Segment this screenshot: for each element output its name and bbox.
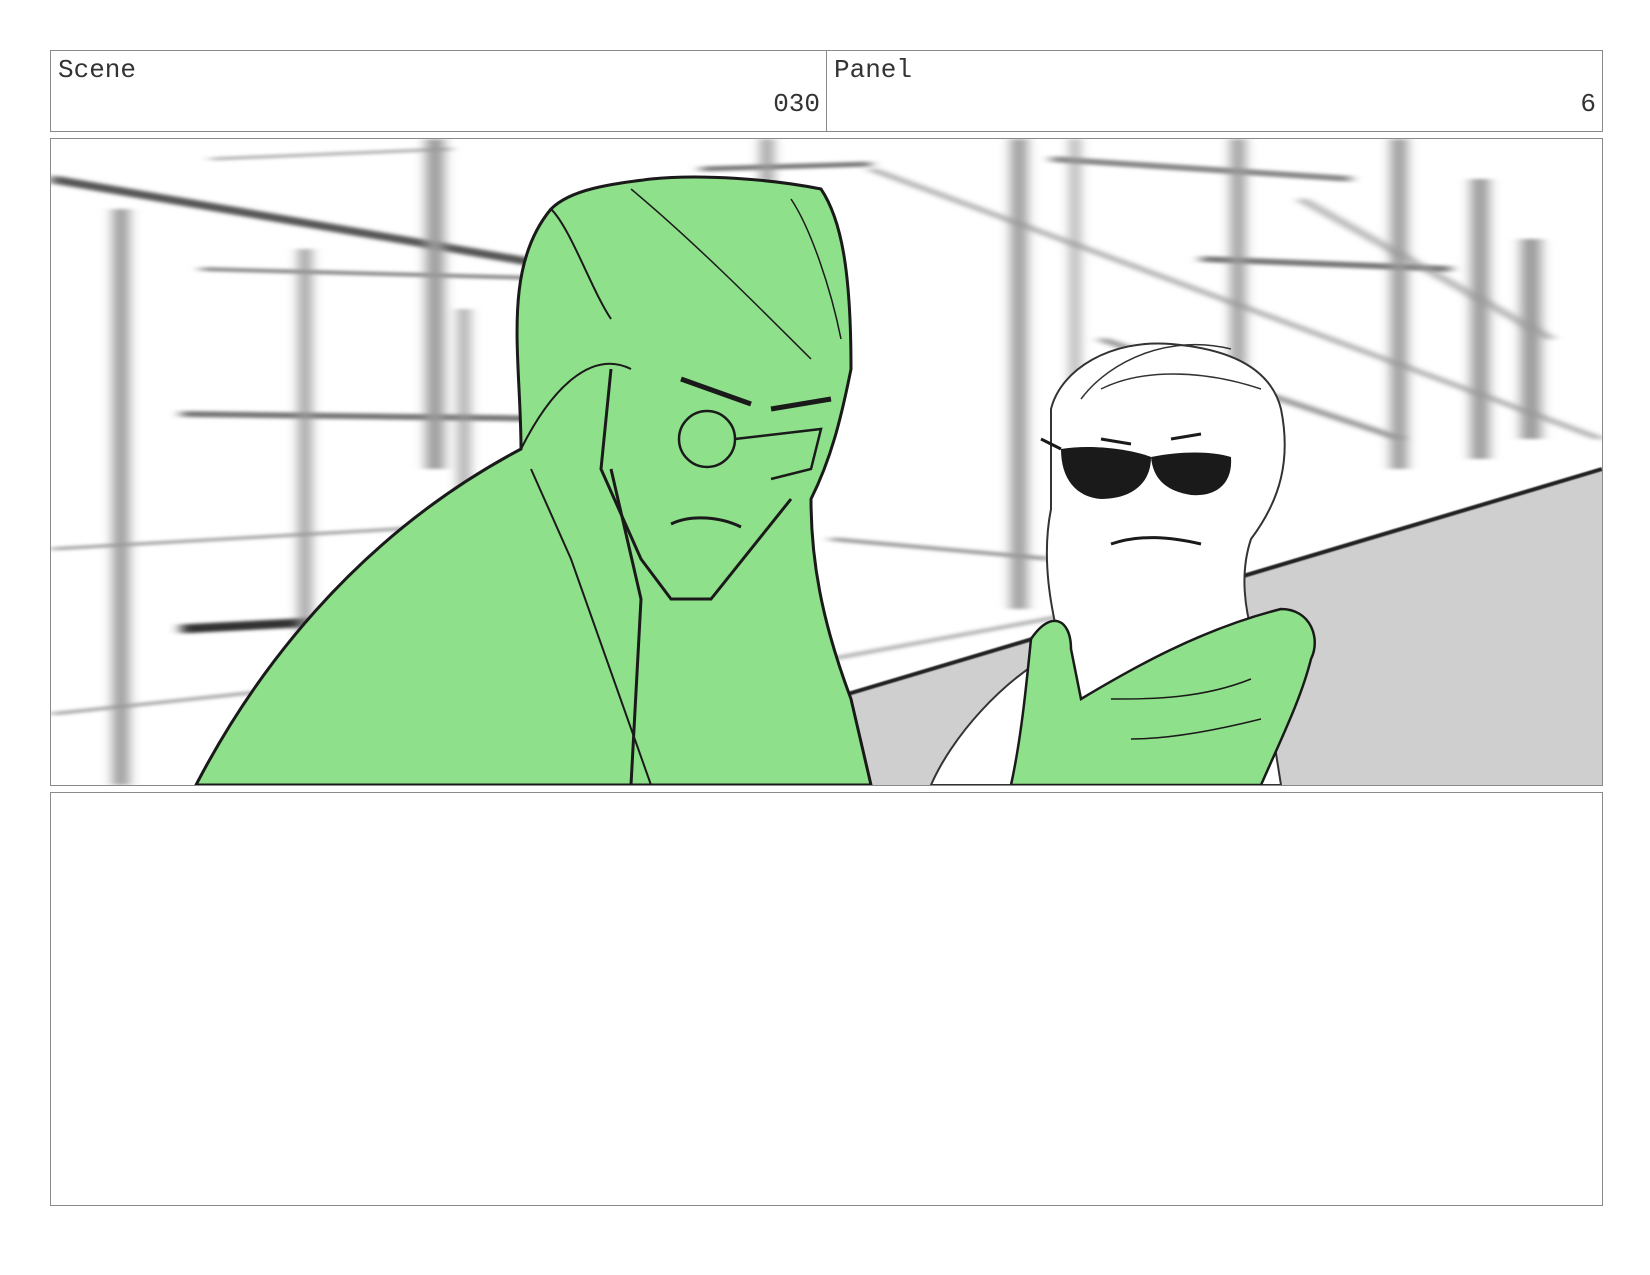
storyboard-frame [50,138,1603,786]
panel-number: 6 [1580,89,1596,119]
notes-box [50,792,1603,1206]
scene-label: Scene [58,55,137,85]
panel-cell: Panel 6 [826,50,1603,132]
scene-number: 030 [773,89,820,119]
storyboard-sketch-image [51,139,1602,785]
panel-label: Panel [834,55,913,85]
scene-cell: Scene 030 [50,50,827,132]
